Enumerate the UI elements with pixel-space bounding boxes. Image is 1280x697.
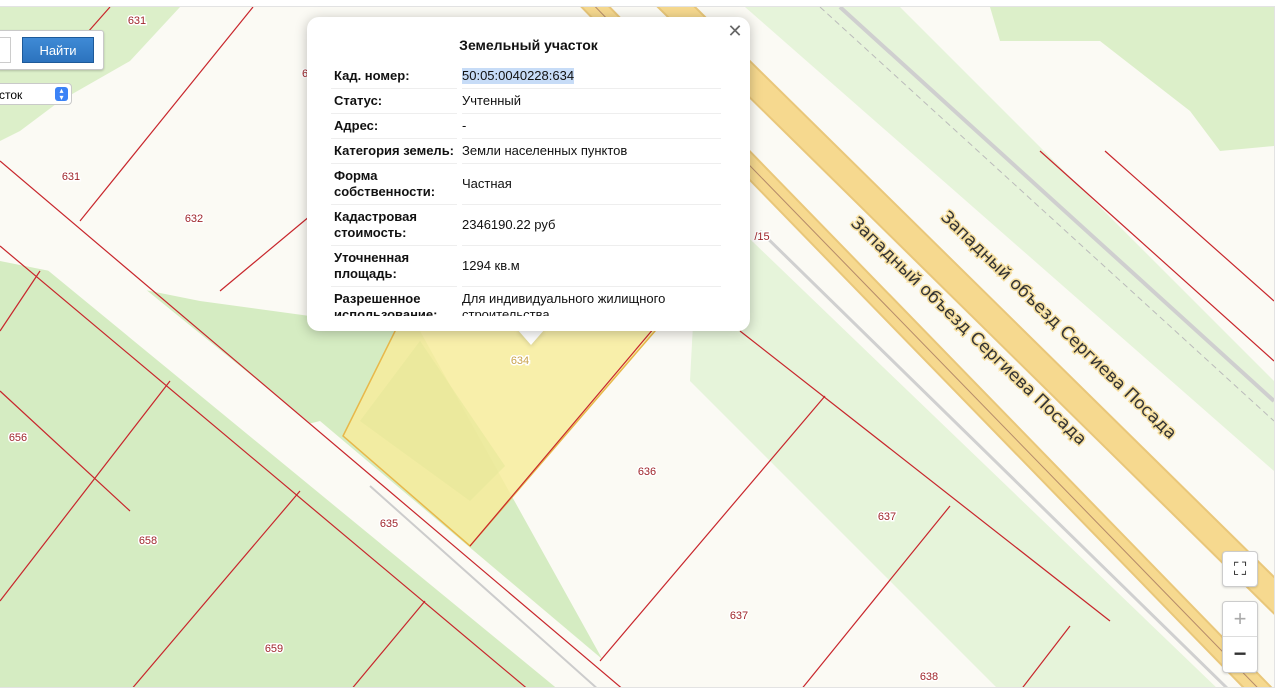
row-value: Учтенный	[462, 89, 721, 114]
row-value: Для индивидуального жилищного строительс…	[462, 287, 721, 316]
row-value: Земли населенных пунктов	[462, 139, 721, 164]
zoom-control: + −	[1222, 601, 1258, 673]
row-label: Статус:	[331, 89, 457, 114]
table-row: Кад. номер: 50:05:0040228:634	[331, 64, 721, 89]
parcel-label: 658	[139, 535, 157, 547]
row-value: -	[462, 114, 721, 139]
object-type-select[interactable]: сток ▴ ▾	[0, 83, 72, 105]
popup-title: Земельный участок	[459, 37, 598, 53]
table-row: Адрес: -	[331, 114, 721, 139]
parcel-label: 636	[638, 466, 656, 478]
popup-pointer	[517, 329, 545, 345]
parcel-label: 659	[265, 643, 283, 655]
table-row: Категория земель: Земли населенных пункто…	[331, 139, 721, 164]
parcel-label: 638	[920, 671, 938, 683]
row-label: Адрес:	[331, 114, 457, 139]
cadastral-number[interactable]: 50:05:0040228:634	[462, 68, 575, 84]
row-value: 1294 кв.м	[462, 246, 721, 287]
row-value: Частная	[462, 164, 721, 205]
parcel-info-popup: ✕ Земельный участок Кад. номер: 50:05:004…	[307, 17, 750, 331]
fullscreen-icon: ⛶	[1233, 559, 1247, 579]
table-row: Кадастровая стоимость: 2346190.22 руб	[331, 205, 721, 246]
parcel-label: 634	[511, 355, 529, 367]
parcel-label: /15	[754, 231, 769, 243]
parcel-info-table[interactable]: Кад. номер: 50:05:0040228:634 Статус: Учте…	[331, 64, 721, 316]
table-row: Форма собственности: Частная	[331, 164, 721, 205]
table-row: Разрешенное использование: Для индивидуал…	[331, 287, 721, 316]
green-area	[990, 7, 1274, 151]
parcel-label: 637	[730, 610, 748, 622]
zoom-in-button[interactable]: +	[1223, 602, 1257, 637]
row-value: 2346190.22 руб	[462, 205, 721, 246]
row-label: Уточненная площадь:	[331, 246, 457, 287]
table-row: Статус: Учтенный	[331, 89, 721, 114]
row-label: Форма собственности:	[331, 164, 457, 205]
chevron-updown-icon: ▴ ▾	[55, 87, 68, 102]
object-type-value: сток	[0, 88, 23, 102]
row-label: Разрешенное использование:	[331, 287, 457, 316]
row-label: Кад. номер:	[331, 64, 457, 89]
zoom-out-button[interactable]: −	[1223, 637, 1257, 671]
parcel-label: 631	[128, 15, 146, 27]
parcel-label: 632	[185, 213, 203, 225]
search-input[interactable]	[0, 37, 11, 63]
green-area	[0, 7, 180, 141]
parcel-label: 631	[62, 171, 80, 183]
row-label: Кадастровая стоимость:	[331, 205, 457, 246]
search-panel: Найти	[0, 30, 104, 70]
parcel-label: 637	[878, 511, 896, 523]
parcel-label: 656	[9, 432, 27, 444]
row-label: Категория земель:	[331, 139, 457, 164]
table-row: Уточненная площадь: 1294 кв.м	[331, 246, 721, 287]
fullscreen-button[interactable]: ⛶	[1222, 551, 1258, 587]
search-button[interactable]: Найти	[22, 37, 94, 63]
parcel-label: 635	[380, 518, 398, 530]
